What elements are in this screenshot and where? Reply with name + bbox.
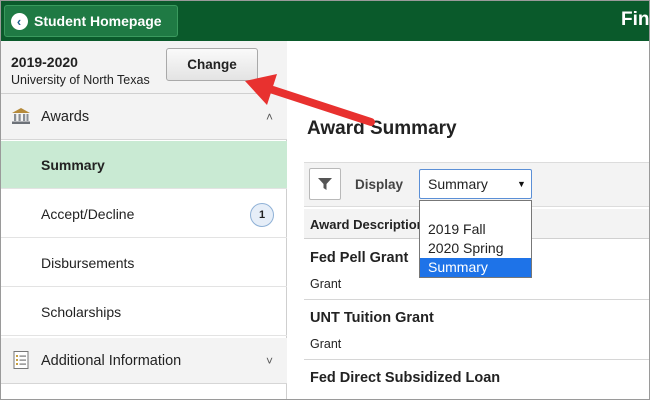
display-select-value: Summary (428, 176, 488, 192)
display-dropdown-list: 2019 Fall 2020 Spring Summary (419, 200, 532, 278)
sidebar-item-label: Summary (41, 156, 105, 173)
sidebar-item-disbursements[interactable]: Disbursements (1, 239, 287, 287)
chevron-up-icon: ˄ (266, 109, 274, 124)
additional-information-label: Additional Information (41, 352, 182, 369)
aid-year-box: 2019-2020 University of North Texas Chan… (1, 41, 287, 94)
awards-section-header[interactable]: Awards ˄ (1, 94, 287, 140)
award-name: UNT Tuition Grant (310, 310, 434, 326)
award-description-header: Award Description (310, 217, 425, 232)
page-title: Award Summary (307, 118, 457, 139)
filter-button[interactable] (309, 168, 341, 200)
document-list-icon (13, 351, 29, 369)
student-homepage-label: Student Homepage (34, 13, 162, 29)
aid-year: 2019-2020 (11, 54, 78, 70)
table-row[interactable]: Fed Direct Subsidized Loan Loan (304, 360, 649, 399)
dropdown-option-summary[interactable]: Summary (420, 258, 531, 277)
award-name: Fed Pell Grant (310, 250, 409, 266)
header-bar: ‹ Student Homepage Fin (1, 1, 650, 41)
award-name: Fed Direct Subsidized Loan (310, 370, 501, 386)
dropdown-option-2019-fall[interactable]: 2019 Fall (420, 220, 531, 239)
sidebar-item-label: Scholarships (41, 303, 122, 320)
notification-count-badge: 1 (250, 203, 274, 227)
display-select[interactable]: Summary ▼ (419, 169, 532, 199)
sidebar-item-accept-decline[interactable]: Accept/Decline 1 (1, 190, 287, 238)
additional-information-section-header[interactable]: Additional Information ˅ (1, 338, 287, 384)
sidebar-item-scholarships[interactable]: Scholarships (1, 288, 287, 336)
awards-label: Awards (41, 108, 90, 125)
dropdown-arrow-icon: ▼ (517, 179, 526, 189)
award-type: Grant (310, 337, 342, 351)
display-label: Display (355, 177, 404, 192)
dropdown-option-2020-spring[interactable]: 2020 Spring (420, 239, 531, 258)
sidebar-item-label: Disbursements (41, 254, 135, 271)
filter-icon (318, 178, 332, 190)
bank-icon (12, 108, 30, 124)
back-chevron-icon: ‹ (11, 12, 28, 30)
student-homepage-button[interactable]: ‹ Student Homepage (4, 5, 178, 37)
award-type: Grant (310, 277, 342, 291)
school-name: University of North Texas (11, 73, 150, 87)
change-button[interactable]: Change (166, 48, 258, 81)
table-row[interactable]: UNT Tuition Grant Grant (304, 300, 649, 360)
sidebar-item-label: Accept/Decline (41, 205, 135, 222)
app-window: ‹ Student Homepage Fin 2019-2020 Univers… (0, 0, 650, 400)
chevron-down-icon: ˅ (266, 353, 274, 368)
page-header-title: Fin (621, 9, 650, 30)
sidebar-item-summary[interactable]: Summary (1, 141, 287, 189)
sidebar: 2019-2020 University of North Texas Chan… (1, 41, 287, 399)
